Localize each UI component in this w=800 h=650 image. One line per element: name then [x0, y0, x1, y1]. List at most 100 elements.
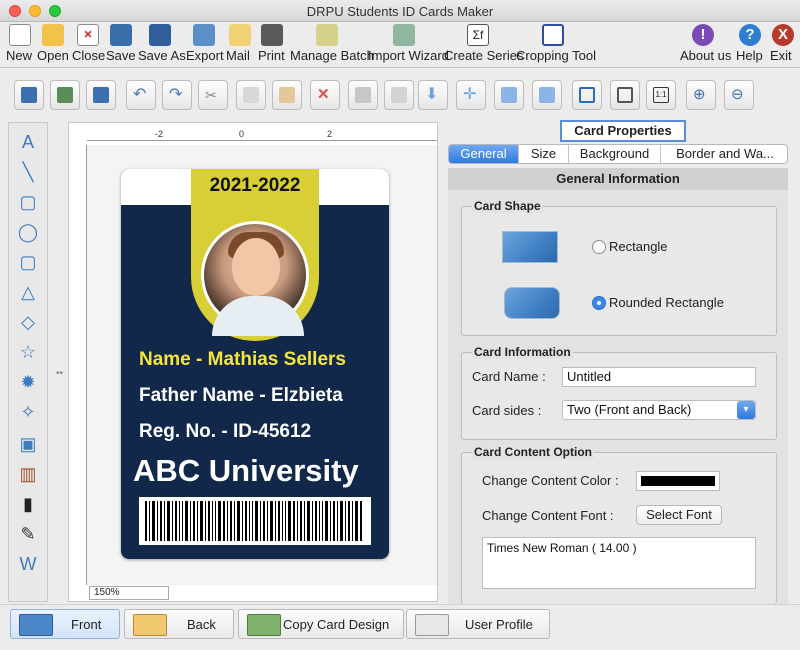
- about-us-button[interactable]: ! About us: [680, 24, 731, 66]
- card-name-input[interactable]: Untitled: [562, 367, 756, 387]
- print-button[interactable]: Print: [258, 24, 286, 66]
- image-button[interactable]: [50, 80, 80, 110]
- rectangle-tool[interactable]: ▢: [13, 189, 43, 215]
- line-tool[interactable]: ╲: [13, 159, 43, 185]
- tab-border-watermark[interactable]: Border and Wa...: [661, 145, 787, 163]
- cropping-tool-icon: [542, 24, 564, 46]
- library-tool[interactable]: ▥: [13, 461, 43, 487]
- properties-icon: [21, 87, 37, 103]
- burst-tool[interactable]: ✹: [13, 369, 43, 395]
- zoom-out-button[interactable]: ⊖: [724, 80, 754, 110]
- about-icon: !: [692, 24, 714, 46]
- actual-size-button[interactable]: 1:1: [646, 80, 676, 110]
- chevron-down-icon: ▾: [737, 401, 755, 419]
- undo-button[interactable]: ↶: [126, 80, 156, 110]
- help-button[interactable]: ? Help: [736, 24, 764, 66]
- properties-button[interactable]: [14, 80, 44, 110]
- zoom-in-button[interactable]: ⊕: [686, 80, 716, 110]
- copy-card-design-button[interactable]: Copy Card Design: [238, 609, 404, 639]
- ruler-icon: [617, 87, 633, 103]
- registration-number[interactable]: Reg. No. - ID-45612: [139, 421, 311, 443]
- watermark-icon: W: [19, 554, 37, 574]
- id-card-front[interactable]: 2021-2022 Name - Mathias Sellers Father …: [121, 169, 389, 559]
- create-series-button[interactable]: Σf Create Series: [444, 24, 523, 66]
- undo-icon: ↶: [133, 86, 147, 103]
- save-button[interactable]: Save: [106, 24, 136, 66]
- father-name[interactable]: Father Name - Elzbieta: [139, 385, 343, 407]
- user-profile-icon: [415, 614, 449, 636]
- import-wizard-button[interactable]: Import Wizard: [368, 24, 449, 66]
- zoom-level-field[interactable]: 150%: [89, 586, 169, 600]
- save-icon: [110, 24, 132, 46]
- card-information-group: Card Information Card Name : Untitled Ca…: [461, 345, 777, 440]
- barcode-tool[interactable]: ▮: [13, 491, 43, 517]
- card-year[interactable]: 2021-2022: [191, 175, 319, 197]
- student-photo[interactable]: [201, 221, 309, 336]
- star-icon: ☆: [19, 342, 37, 362]
- open-button[interactable]: Open: [37, 24, 69, 66]
- copy-icon: [243, 87, 259, 103]
- font-preview-textarea[interactable]: Times New Roman ( 14.00 ): [482, 537, 756, 589]
- splitter-handle[interactable]: ••: [56, 368, 66, 379]
- rounded-rectangle-radio[interactable]: [592, 296, 606, 310]
- rectangle-radio[interactable]: [592, 240, 606, 254]
- text-tool[interactable]: A: [13, 129, 43, 155]
- card-sides-select[interactable]: Two (Front and Back) ▾: [562, 400, 756, 420]
- close-button[interactable]: ✕ Close: [72, 24, 105, 66]
- exit-button[interactable]: X Exit: [770, 24, 796, 66]
- mail-button[interactable]: Mail: [226, 24, 254, 66]
- paste-button[interactable]: [272, 80, 302, 110]
- back-button[interactable]: Back: [124, 609, 234, 639]
- rounded-rectangle-shape-preview[interactable]: [504, 287, 560, 319]
- university-name[interactable]: ABC University: [133, 453, 359, 489]
- select-font-button[interactable]: Select Font: [636, 505, 722, 525]
- move-down-button[interactable]: ⬇: [418, 80, 448, 110]
- image-tool[interactable]: ▣: [13, 431, 43, 457]
- rectangle-icon: ▢: [19, 192, 37, 212]
- bring-front-button[interactable]: [348, 80, 378, 110]
- export-image-button[interactable]: [86, 80, 116, 110]
- front-button[interactable]: Front: [10, 609, 120, 639]
- edit-toolbar: ↶ ↷ ✂ ✕ ⬇ ✛ 1:1 ⊕ ⊖: [0, 74, 800, 118]
- align-horizontal-button[interactable]: [532, 80, 562, 110]
- send-back-button[interactable]: [384, 80, 414, 110]
- cut-button[interactable]: ✂: [198, 80, 228, 110]
- cropping-tool-button[interactable]: Cropping Tool: [516, 24, 596, 66]
- delete-button[interactable]: ✕: [310, 80, 340, 110]
- copy-button[interactable]: [236, 80, 266, 110]
- user-profile-button[interactable]: User Profile: [406, 609, 550, 639]
- diamond-tool[interactable]: ◇: [13, 309, 43, 335]
- ruler-label: 0: [239, 129, 245, 139]
- center-button[interactable]: ✛: [456, 80, 486, 110]
- rounded-rectangle-tool[interactable]: ▢: [13, 249, 43, 275]
- content-color-swatch[interactable]: [636, 471, 720, 491]
- help-icon: ?: [739, 24, 761, 46]
- card-shape-group: Card Shape Rectangle Rounded Rectangle: [461, 199, 777, 336]
- title-bar: DRPU Students ID Cards Maker: [0, 0, 800, 22]
- student-name[interactable]: Name - Mathias Sellers: [139, 349, 346, 371]
- star-tool[interactable]: ☆: [13, 339, 43, 365]
- align-vertical-button[interactable]: [494, 80, 524, 110]
- sparkle-icon: ✧: [20, 402, 36, 422]
- export-icon: [193, 24, 215, 46]
- rounded-rectangle-icon: ▢: [19, 252, 37, 272]
- grid-button[interactable]: [572, 80, 602, 110]
- signature-tool[interactable]: ✎: [13, 521, 43, 547]
- barcode[interactable]: [139, 497, 371, 545]
- triangle-tool[interactable]: △: [13, 279, 43, 305]
- manage-batch-button[interactable]: Manage Batch: [290, 24, 374, 66]
- tab-general[interactable]: General: [449, 145, 519, 163]
- ellipse-icon: ◯: [17, 222, 39, 242]
- rectangle-shape-preview[interactable]: [502, 231, 558, 263]
- general-tab-content: General Information Card Shape Rectangle…: [448, 168, 788, 604]
- ellipse-tool[interactable]: ◯: [13, 219, 43, 245]
- watermark-tool[interactable]: W: [13, 551, 43, 577]
- sparkle-tool[interactable]: ✧: [13, 399, 43, 425]
- save-as-button[interactable]: Save As: [138, 24, 186, 66]
- export-button[interactable]: Export: [186, 24, 224, 66]
- tab-background[interactable]: Background: [569, 145, 661, 163]
- ruler-button[interactable]: [610, 80, 640, 110]
- new-button[interactable]: New: [6, 24, 34, 66]
- tab-size[interactable]: Size: [519, 145, 569, 163]
- redo-button[interactable]: ↷: [162, 80, 192, 110]
